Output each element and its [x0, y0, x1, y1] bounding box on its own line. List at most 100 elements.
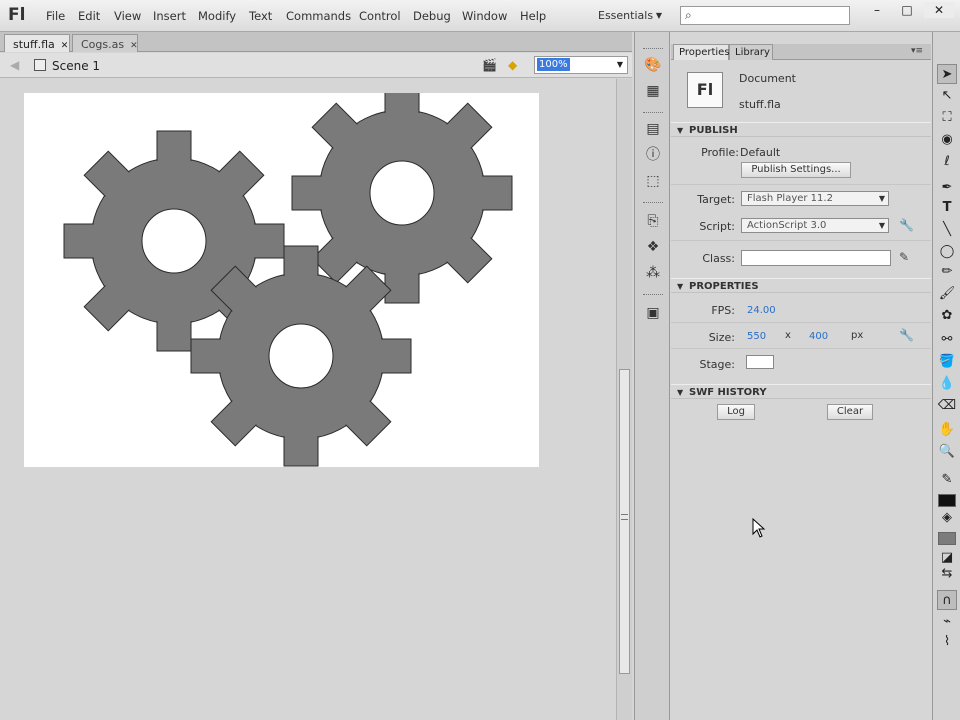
menu-bar: Fl File Edit View Insert Modify Text Com…	[0, 0, 960, 32]
bone-tool-icon[interactable]: ⚯	[937, 330, 957, 350]
grip-icon[interactable]	[643, 294, 663, 298]
class-input[interactable]	[741, 250, 891, 266]
brush-tool-icon[interactable]: 🖌	[937, 284, 957, 304]
swf-history-section-header[interactable]: ▼ SWF HISTORY	[671, 384, 931, 399]
properties-panel: Properties Library ▾≡ Fl Document stuff.…	[671, 32, 931, 720]
tab-cogs-as[interactable]: Cogs.as ✕	[72, 34, 138, 52]
smooth-icon[interactable]: ⌁	[937, 612, 957, 632]
free-transform-tool-icon[interactable]: ⛶	[937, 108, 957, 128]
menu-debug[interactable]: Debug	[413, 9, 451, 23]
text-tool-icon[interactable]: T	[937, 198, 957, 218]
align-panel-icon[interactable]: ▤	[644, 120, 662, 138]
edit-symbols-icon[interactable]: ◆	[508, 58, 517, 72]
tab-label: stuff.fla	[13, 38, 55, 51]
transform-panel-icon[interactable]: ⬚	[644, 172, 662, 190]
edit-class-pencil-icon[interactable]: ✎	[899, 250, 909, 264]
close-icon[interactable]: ✕	[61, 41, 69, 51]
panel-menu-icon[interactable]: ▾≡	[911, 46, 923, 56]
scene-icon	[34, 59, 46, 71]
maximize-button[interactable]: □	[892, 2, 922, 18]
workspace-switcher[interactable]: Essentials ▼	[592, 7, 668, 25]
divider	[671, 184, 931, 185]
menu-file[interactable]: File	[46, 9, 65, 23]
menu-insert[interactable]: Insert	[153, 9, 186, 23]
script-select[interactable]: ActionScript 3.0 ▼	[741, 218, 889, 233]
subselection-tool-icon[interactable]: ↖	[937, 86, 957, 106]
chevron-down-icon: ▼	[878, 194, 885, 203]
script-settings-wrench-icon[interactable]: 🔧	[899, 218, 914, 232]
cog-shape-bottom[interactable]	[190, 245, 412, 467]
height-value[interactable]: 400	[809, 331, 828, 342]
section-title: PROPERTIES	[689, 281, 759, 292]
publish-section-header[interactable]: ▼ PUBLISH	[671, 122, 931, 137]
menu-commands[interactable]: Commands	[286, 9, 351, 23]
menu-edit[interactable]: Edit	[78, 9, 100, 23]
code-snippets-icon[interactable]: ⎘	[644, 212, 662, 230]
publish-settings-button[interactable]: Publish Settings...	[741, 162, 851, 178]
menu-modify[interactable]: Modify	[198, 9, 236, 23]
fill-color-swatch[interactable]	[938, 532, 956, 545]
3d-rotation-tool-icon[interactable]: ◉	[937, 130, 957, 150]
zoom-select[interactable]: 100% ▼	[534, 56, 628, 74]
components-icon[interactable]: ❖	[644, 238, 662, 256]
zoom-tool-icon[interactable]: 🔍	[937, 442, 957, 462]
menu-view[interactable]: View	[114, 9, 141, 23]
color-panel-icon[interactable]: 🎨	[644, 56, 662, 74]
swap-colors-icon[interactable]: ⇆	[937, 564, 957, 584]
help-search-input[interactable]: ⌕	[680, 6, 850, 25]
menu-help[interactable]: Help	[520, 9, 546, 23]
stage-color-swatch[interactable]	[746, 355, 774, 369]
eraser-tool-icon[interactable]: ⌫	[937, 396, 957, 416]
menu-window[interactable]: Window	[462, 9, 507, 23]
menu-control[interactable]: Control	[359, 9, 401, 23]
stage[interactable]	[24, 82, 539, 467]
deco-tool-icon[interactable]: ✿	[937, 306, 957, 326]
tab-properties[interactable]: Properties	[673, 44, 730, 60]
edit-scene-icon[interactable]: 🎬	[482, 58, 497, 72]
clear-button[interactable]: Clear	[827, 404, 873, 420]
width-value[interactable]: 550	[747, 331, 766, 342]
fps-value[interactable]: 24.00	[747, 305, 776, 316]
close-icon[interactable]: ✕	[130, 41, 138, 51]
selection-tool-icon[interactable]: ➤	[937, 64, 957, 84]
scrollbar-thumb[interactable]	[619, 369, 630, 674]
tab-stuff-fla[interactable]: stuff.fla ✕	[4, 34, 70, 52]
tools-panel: ➤ ↖ ⛶ ◉ ℓ ✒ T ╲ ◯ ✏ 🖌 ✿ ⚯ 🪣 💧 ⌫ ✋ 🔍 ✎ ◈ …	[932, 32, 960, 720]
pencil-tool-icon[interactable]: ✏	[937, 262, 957, 282]
document-tabs: stuff.fla ✕ Cogs.as ✕	[0, 32, 632, 52]
motion-presets-icon[interactable]: ⁂	[644, 264, 662, 282]
minimize-button[interactable]: –	[862, 2, 892, 18]
stroke-color-swatch[interactable]	[938, 494, 956, 507]
paint-bucket-tool-icon[interactable]: 🪣	[937, 352, 957, 372]
target-select[interactable]: Flash Player 11.2 ▼	[741, 191, 889, 206]
grip-icon[interactable]	[643, 112, 663, 116]
profile-label: Profile:	[701, 146, 739, 159]
profile-value: Default	[740, 146, 781, 159]
oval-tool-icon[interactable]: ◯	[937, 242, 957, 262]
pen-tool-icon[interactable]: ✒	[937, 178, 957, 198]
chevron-down-icon: ▼	[655, 11, 662, 20]
log-button[interactable]: Log	[717, 404, 755, 420]
back-arrow-icon[interactable]: ◀	[10, 58, 19, 72]
properties-section-header[interactable]: ▼ PROPERTIES	[671, 278, 931, 293]
tab-library[interactable]: Library	[729, 44, 773, 60]
tab-label: Cogs.as	[81, 38, 125, 51]
info-panel-icon[interactable]: ⓘ	[644, 146, 662, 164]
script-value: ActionScript 3.0	[747, 220, 827, 231]
menu-text[interactable]: Text	[249, 9, 272, 23]
stage-artwork	[63, 82, 513, 467]
close-button[interactable]: ✕	[924, 2, 954, 18]
straighten-icon[interactable]: ⌇	[937, 632, 957, 652]
document-settings-wrench-icon[interactable]: 🔧	[899, 328, 914, 342]
lasso-tool-icon[interactable]: ℓ	[937, 152, 957, 172]
swatches-panel-icon[interactable]: ▦	[644, 82, 662, 100]
snap-to-objects-icon[interactable]: ∩	[937, 590, 957, 610]
line-tool-icon[interactable]: ╲	[937, 220, 957, 240]
hand-tool-icon[interactable]: ✋	[937, 420, 957, 440]
history-panel-icon[interactable]: ▣	[644, 304, 662, 322]
grip-icon[interactable]	[643, 202, 663, 206]
vertical-scrollbar[interactable]	[616, 79, 632, 720]
grip-icon[interactable]	[643, 48, 663, 52]
cog-shape-right[interactable]	[291, 82, 513, 304]
eyedropper-tool-icon[interactable]: 💧	[937, 374, 957, 394]
